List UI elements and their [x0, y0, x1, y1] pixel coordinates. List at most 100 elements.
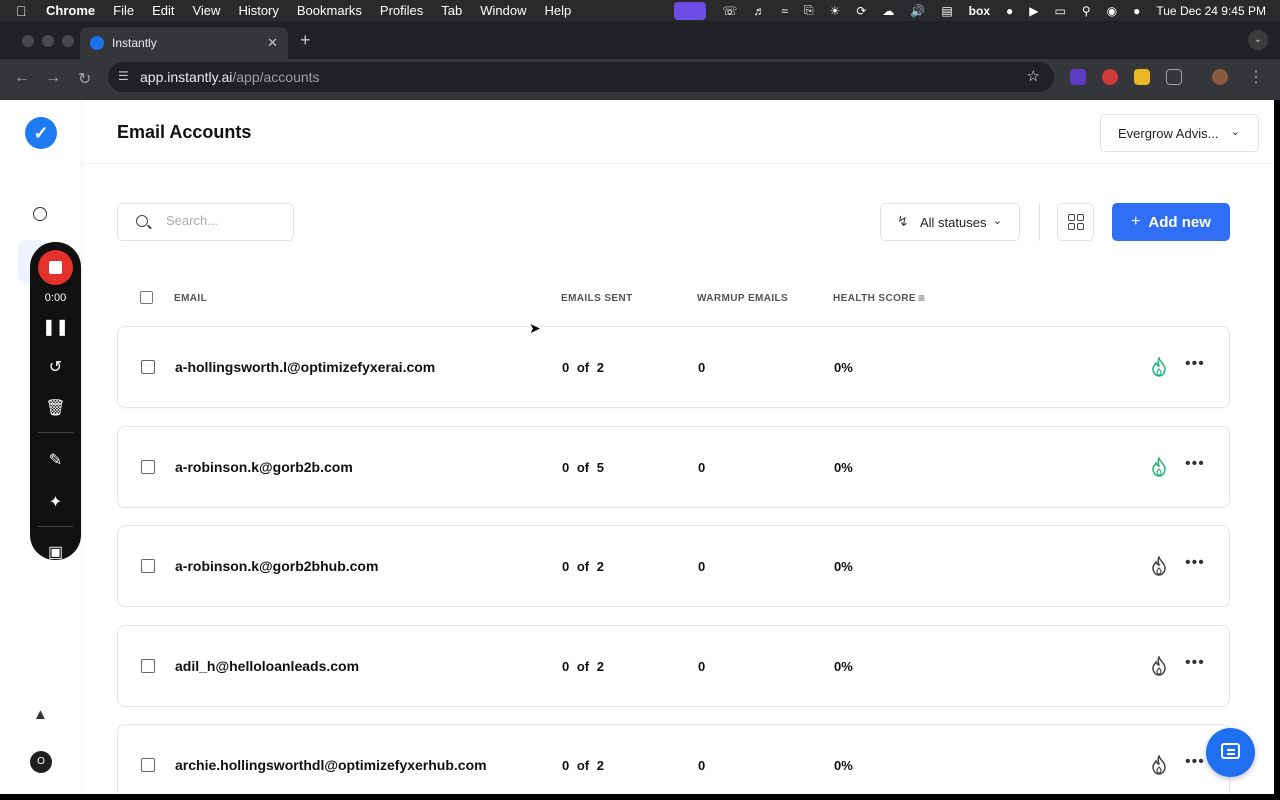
spotlight-search-icon[interactable]: ⚲ — [1082, 4, 1091, 18]
warmup-flame-icon[interactable] — [1151, 755, 1167, 775]
more-options-icon[interactable]: ••• — [1185, 355, 1205, 373]
search-icon[interactable] — [33, 207, 47, 221]
reload-icon[interactable]: ↻ — [78, 69, 91, 89]
chat-support-button[interactable] — [1206, 728, 1255, 777]
stop-recording-button[interactable] — [38, 250, 73, 285]
bookmark-star-icon[interactable]: ☆ — [1027, 67, 1040, 85]
account-email[interactable]: a-robinson.k@gorb2b.com — [175, 459, 353, 475]
more-options-icon[interactable]: ••• — [1185, 455, 1205, 473]
effects-wand-icon[interactable]: ✦ — [30, 492, 81, 512]
cloud-icon[interactable]: ☁ — [882, 4, 894, 18]
menu-history[interactable]: History — [238, 3, 278, 18]
battery-icon[interactable]: ▭ — [1055, 4, 1066, 18]
row-checkbox[interactable] — [141, 360, 155, 374]
apple-icon[interactable]:  — [16, 3, 32, 19]
control-center-icon[interactable]: ◉ — [1107, 4, 1117, 18]
menu-help[interactable]: Help — [545, 3, 572, 18]
extension-purple-icon[interactable] — [1070, 69, 1086, 85]
column-email: EMAIL — [174, 293, 208, 304]
pause-icon[interactable]: ❚❚ — [30, 317, 81, 337]
instantly-favicon-icon — [90, 36, 104, 50]
menu-window[interactable]: Window — [480, 3, 526, 18]
toolbar-divider — [1039, 203, 1040, 241]
table-row[interactable]: archie.hollingsworthdl@optimizefyxerhub.… — [117, 724, 1230, 794]
row-checkbox[interactable] — [141, 659, 155, 673]
table-header: EMAIL EMAILS SENT WARMUP EMAILS HEALTH S… — [117, 288, 1230, 308]
warmup-flame-icon[interactable] — [1151, 357, 1167, 377]
pencil-icon[interactable]: ✎ — [30, 450, 81, 470]
menu-view[interactable]: View — [192, 3, 220, 18]
search-box[interactable] — [117, 203, 294, 241]
menu-app-name[interactable]: Chrome — [46, 3, 95, 18]
warmup-flame-icon[interactable] — [1151, 656, 1167, 676]
menu-bookmarks[interactable]: Bookmarks — [297, 3, 362, 18]
bolt-icon[interactable]: ✓ — [25, 117, 57, 149]
menu-file[interactable]: File — [113, 3, 134, 18]
address-bar[interactable]: ☰ app.instantly.ai/app/accounts ☆ — [108, 62, 1054, 92]
close-tab-icon[interactable]: ✕ — [267, 35, 278, 51]
sync-icon[interactable]: ⟳ — [856, 4, 866, 18]
table-row[interactable]: a-robinson.k@gorb2b.com 0 of 5 0 0% ••• — [117, 426, 1230, 508]
table-row[interactable]: a-robinson.k@gorb2bhub.com 0 of 2 0 0% ••• — [117, 525, 1230, 607]
warmup-flame-icon[interactable] — [1151, 556, 1167, 576]
account-email[interactable]: archie.hollingsworthdl@optimizefyxerhub.… — [175, 757, 487, 773]
site-settings-icon[interactable]: ☰ — [118, 69, 134, 85]
menu-profiles[interactable]: Profiles — [380, 3, 423, 18]
tab-search-chevron-icon[interactable]: ⌄ — [1248, 30, 1268, 50]
extensions-puzzle-icon[interactable] — [1166, 69, 1182, 85]
minimize-window-button[interactable] — [42, 35, 54, 47]
account-email[interactable]: a-hollingsworth.l@optimizefyxerai.com — [175, 359, 435, 375]
zoom-window-button[interactable] — [62, 35, 74, 47]
add-new-button[interactable]: + Add new — [1112, 203, 1230, 241]
siri-icon[interactable]: ● — [1133, 4, 1140, 18]
camera-icon[interactable]: ▣ — [30, 542, 81, 562]
menu-clock[interactable]: Tue Dec 24 9:45 PM — [1156, 4, 1266, 18]
brightness-icon[interactable]: ☀ — [830, 4, 841, 18]
box-app-icon[interactable]: box — [969, 4, 990, 18]
row-checkbox[interactable] — [141, 460, 155, 474]
row-checkbox[interactable] — [141, 758, 155, 772]
profile-avatar-icon[interactable] — [1212, 69, 1228, 85]
printer-icon[interactable]: ⎘ — [804, 3, 814, 18]
more-options-icon[interactable]: ••• — [1185, 654, 1205, 672]
audio-icon[interactable]: ♬ — [753, 4, 765, 18]
extension-yellow-icon[interactable] — [1134, 69, 1150, 85]
wifi-icon[interactable]: ≈ — [781, 4, 788, 18]
menu-tab[interactable]: Tab — [441, 3, 462, 18]
more-options-icon[interactable]: ••• — [1185, 554, 1205, 572]
restart-icon[interactable]: ↺ — [30, 357, 81, 377]
browser-tab-instantly[interactable]: Instantly ✕ — [80, 27, 288, 59]
close-window-button[interactable] — [22, 35, 34, 47]
play-icon[interactable]: ▶ — [1029, 4, 1038, 18]
row-checkbox[interactable] — [141, 559, 155, 573]
table-row[interactable]: adil_h@helloloanleads.com 0 of 2 0 0% ••• — [117, 625, 1230, 707]
warmup-flame-icon[interactable] — [1151, 457, 1167, 477]
new-tab-icon[interactable]: + — [300, 30, 311, 51]
table-row[interactable]: a-hollingsworth.l@optimizefyxerai.com 0 o… — [117, 326, 1230, 408]
recorder-divider — [38, 526, 73, 527]
account-email[interactable]: adil_h@helloloanleads.com — [175, 658, 359, 674]
select-all-checkbox[interactable] — [140, 291, 153, 304]
chrome-menu-icon[interactable]: ⋮ — [1248, 67, 1264, 87]
screen-record-icon[interactable] — [674, 1, 707, 20]
extension-pokeball-icon[interactable] — [1102, 69, 1118, 85]
whatsapp-icon[interactable]: ☏ — [722, 4, 737, 18]
status-filter-dropdown[interactable]: ↯ All statuses ⌄ — [880, 203, 1020, 241]
rocket-icon[interactable]: ▲ — [33, 706, 48, 723]
workspace-selector[interactable]: Evergrow Advis... ⌄ — [1100, 114, 1259, 152]
grammarly-icon[interactable]: ● — [1006, 4, 1013, 18]
trash-icon[interactable]: 🗑 — [30, 398, 81, 418]
volume-icon[interactable]: 🔊 — [910, 4, 925, 18]
forward-arrow-icon[interactable]: → — [45, 69, 61, 87]
search-input[interactable] — [166, 213, 286, 228]
bed-icon[interactable]: ▤ — [941, 4, 952, 18]
grid-view-button[interactable] — [1057, 203, 1094, 241]
avatar[interactable]: O — [30, 751, 52, 773]
menu-edit[interactable]: Edit — [152, 3, 174, 18]
grid-view-icon — [1077, 214, 1084, 221]
column-health-score[interactable]: HEALTH SCORE — [833, 293, 916, 304]
back-arrow-icon[interactable]: ← — [14, 69, 30, 87]
more-options-icon[interactable]: ••• — [1185, 753, 1205, 771]
sort-icon[interactable]: ≡ — [918, 291, 925, 305]
account-email[interactable]: a-robinson.k@gorb2bhub.com — [175, 558, 378, 574]
